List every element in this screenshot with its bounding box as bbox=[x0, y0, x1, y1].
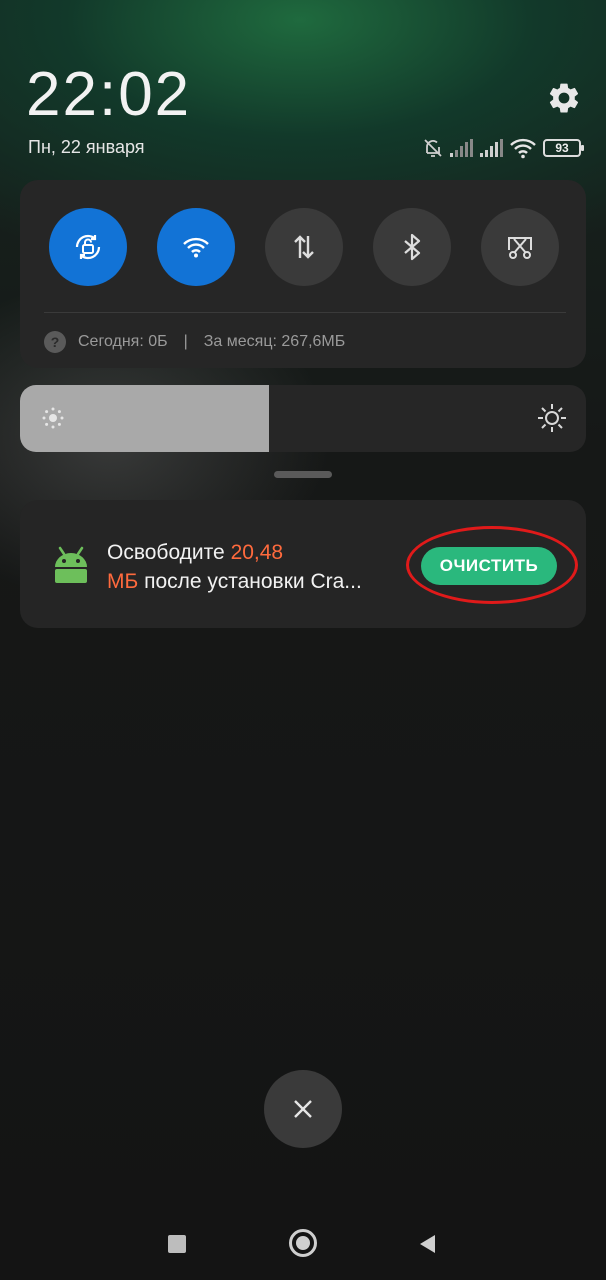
close-icon bbox=[294, 1100, 312, 1118]
gear-icon[interactable] bbox=[546, 80, 582, 116]
toggle-mobile-data[interactable] bbox=[265, 208, 343, 286]
nav-recents-button[interactable] bbox=[168, 1235, 186, 1253]
nav-back-button[interactable] bbox=[417, 1233, 437, 1255]
cleanup-notification[interactable]: Освободите 20,48 МБ после установки Cra..… bbox=[20, 500, 586, 628]
help-icon[interactable]: ? bbox=[44, 331, 66, 353]
screenshot-icon bbox=[508, 237, 532, 259]
annotation-ellipse bbox=[406, 526, 578, 604]
clock[interactable]: 22:02 bbox=[26, 58, 191, 132]
notification-text-part1: Освободите bbox=[107, 541, 231, 564]
dismiss-all-button[interactable] bbox=[264, 1070, 342, 1148]
android-icon bbox=[55, 546, 87, 583]
bluetooth-icon bbox=[404, 233, 421, 261]
data-usage-row[interactable]: ? Сегодня: 0Б | За месяц: 267,6МБ bbox=[44, 330, 345, 354]
notification-size-unit: МБ bbox=[107, 570, 139, 593]
date[interactable]: Пн, 22 января bbox=[28, 137, 145, 158]
toggle-bluetooth[interactable] bbox=[373, 208, 451, 286]
toggle-wifi[interactable] bbox=[157, 208, 235, 286]
bell-muted-icon bbox=[424, 139, 442, 157]
brightness-low-icon bbox=[42, 407, 64, 429]
panel-drag-handle[interactable] bbox=[274, 471, 332, 478]
toggle-screenshot[interactable] bbox=[481, 208, 559, 286]
notification-text: Освободите 20,48 МБ после установки Cra..… bbox=[107, 538, 407, 596]
rotate-lock-icon bbox=[75, 234, 101, 260]
signal-icon bbox=[480, 139, 503, 157]
usage-month: За месяц: 267,6МБ bbox=[203, 333, 346, 350]
toggle-auto-rotate[interactable] bbox=[49, 208, 127, 286]
quick-settings-panel: ? Сегодня: 0Б | За месяц: 267,6МБ bbox=[20, 180, 586, 368]
notification-size-value: 20,48 bbox=[230, 541, 284, 564]
divider bbox=[44, 312, 566, 313]
usage-today: Сегодня: 0Б bbox=[78, 333, 168, 350]
signal-icon bbox=[450, 139, 473, 157]
notification-text-part2: после установки Cra... bbox=[138, 570, 362, 593]
brightness-slider[interactable] bbox=[20, 385, 586, 452]
nav-home-button[interactable] bbox=[289, 1229, 317, 1257]
usage-separator: | bbox=[183, 333, 188, 350]
battery-icon: 93 bbox=[543, 139, 584, 157]
wifi-icon bbox=[183, 237, 209, 258]
data-arrows-icon bbox=[294, 235, 314, 259]
brightness-high-icon bbox=[538, 404, 566, 432]
wifi-icon bbox=[510, 138, 536, 159]
